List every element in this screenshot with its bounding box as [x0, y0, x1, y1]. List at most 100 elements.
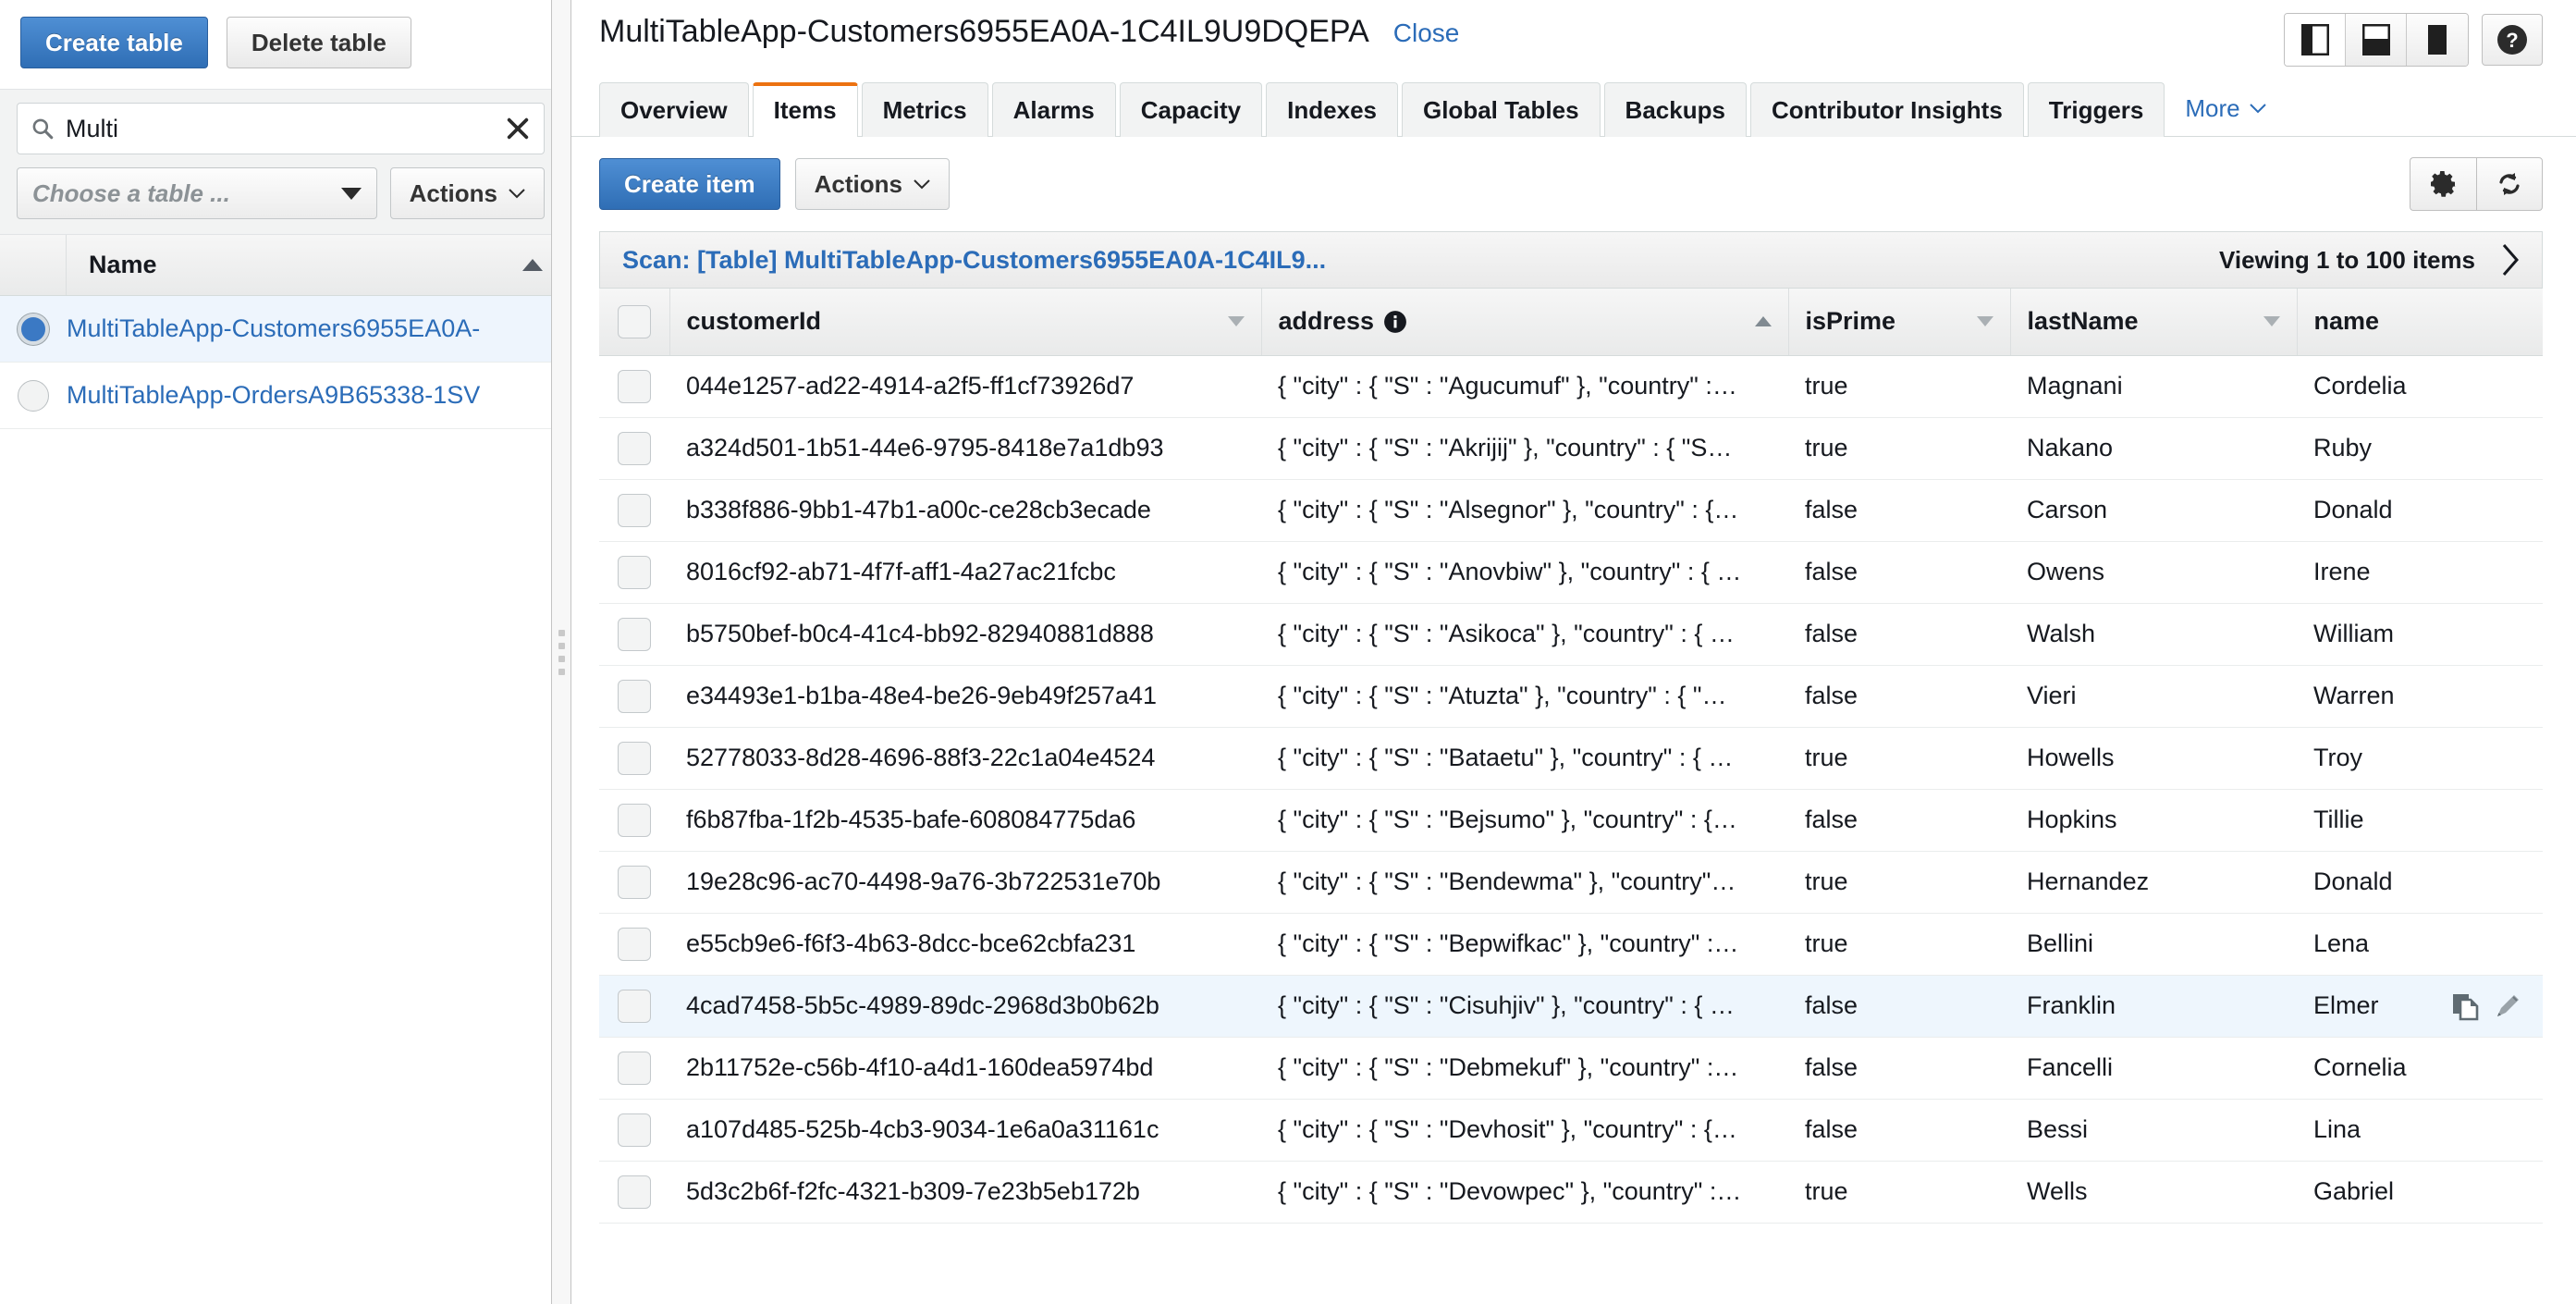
cell-customerid[interactable]: b5750bef-b0c4-41c4-bb92-82940881d888 — [669, 603, 1261, 666]
table-row[interactable]: 8016cf92-ab71-4f7f-aff1-4a27ac21fcbc{ "c… — [599, 541, 2543, 604]
table-list-item-name[interactable]: MultiTableApp-Customers6955EA0A- — [67, 314, 561, 343]
cell-name-text: Cordelia — [2313, 372, 2407, 400]
table-row[interactable]: 2b11752e-c56b-4f10-a4d1-160dea5974bd{ "c… — [599, 1037, 2543, 1100]
cell-customerid[interactable]: 5d3c2b6f-f2fc-4321-b309-7e23b5eb172b — [669, 1161, 1261, 1224]
tab-capacity[interactable]: Capacity — [1119, 82, 1263, 137]
tab-overview[interactable]: Overview — [599, 82, 749, 137]
items-actions-button[interactable]: Actions — [794, 158, 950, 210]
cell-customerid[interactable]: 19e28c96-ac70-4498-9a76-3b722531e70b — [669, 851, 1261, 914]
tab-indexes[interactable]: Indexes — [1266, 82, 1398, 137]
cell-isprime: true — [1788, 727, 2010, 790]
sort-ascending-icon[interactable] — [1754, 316, 1772, 327]
cell-customerid[interactable]: 8016cf92-ab71-4f7f-aff1-4a27ac21fcbc — [669, 541, 1261, 604]
cell-name: Donald — [2297, 479, 2543, 542]
gear-icon[interactable] — [2410, 157, 2476, 211]
row-checkbox[interactable] — [618, 679, 651, 713]
tabs-more-button[interactable]: More — [2168, 81, 2282, 136]
row-checkbox[interactable] — [618, 1051, 651, 1085]
table-search-input[interactable]: Multi — [66, 116, 505, 141]
cell-customerid[interactable]: e34493e1-b1ba-48e4-be26-9eb49f257a41 — [669, 665, 1261, 728]
table-row[interactable]: b338f886-9bb1-47b1-a00c-ce28cb3ecade{ "c… — [599, 479, 2543, 542]
column-header-name[interactable]: name — [2297, 289, 2543, 356]
tab-items[interactable]: Items — [752, 82, 858, 137]
cell-name: Gabriel — [2297, 1161, 2543, 1224]
table-search-field[interactable]: Multi — [17, 103, 545, 154]
cell-customerid[interactable]: e55cb9e6-f6f3-4b63-8dcc-bce62cbfa231 — [669, 913, 1261, 976]
table-row[interactable]: 52778033-8d28-4696-88f3-22c1a04e4524{ "c… — [599, 727, 2543, 790]
tab-backups[interactable]: Backups — [1603, 82, 1747, 137]
tab-alarms[interactable]: Alarms — [991, 82, 1116, 137]
chevron-right-icon[interactable] — [2499, 242, 2521, 277]
sidebar-actions-label: Actions — [409, 178, 497, 207]
row-checkbox[interactable] — [618, 555, 651, 589]
row-checkbox[interactable] — [618, 927, 651, 961]
table-list-item[interactable]: MultiTableApp-OrdersA9B65338-1SV — [0, 363, 561, 429]
info-icon[interactable] — [1383, 310, 1407, 334]
row-checkbox[interactable] — [618, 803, 651, 837]
tab-metrics[interactable]: Metrics — [861, 82, 988, 137]
panel-none-icon[interactable] — [2407, 14, 2468, 66]
table-row[interactable]: a107d485-525b-4cb3-9034-1e6a0a31161c{ "c… — [599, 1099, 2543, 1162]
tab-global-tables[interactable]: Global Tables — [1401, 82, 1601, 137]
create-item-button[interactable]: Create item — [599, 158, 780, 210]
cell-lastname: Bellini — [2010, 913, 2297, 976]
row-checkbox[interactable] — [618, 369, 651, 403]
cell-customerid[interactable]: 52778033-8d28-4696-88f3-22c1a04e4524 — [669, 727, 1261, 790]
table-row[interactable]: 5d3c2b6f-f2fc-4321-b309-7e23b5eb172b{ "c… — [599, 1161, 2543, 1224]
table-row[interactable]: 19e28c96-ac70-4498-9a76-3b722531e70b{ "c… — [599, 851, 2543, 914]
cell-customerid[interactable]: 2b11752e-c56b-4f10-a4d1-160dea5974bd — [669, 1037, 1261, 1100]
column-header-lastname[interactable]: lastName — [2010, 289, 2298, 356]
help-icon[interactable]: ? — [2482, 14, 2543, 66]
tab-contributor-insights[interactable]: Contributor Insights — [1749, 82, 2024, 137]
refresh-icon[interactable] — [2476, 157, 2543, 211]
table-row[interactable]: e55cb9e6-f6f3-4b63-8dcc-bce62cbfa231{ "c… — [599, 913, 2543, 976]
tab-triggers[interactable]: Triggers — [2027, 82, 2165, 137]
table-row[interactable]: a324d501-1b51-44e6-9795-8418e7a1db93{ "c… — [599, 417, 2543, 480]
scan-query-label[interactable]: Scan: [Table] MultiTableApp-Customers695… — [622, 246, 1326, 275]
row-checkbox[interactable] — [618, 741, 651, 775]
select-all-checkbox[interactable] — [618, 304, 651, 338]
cell-customerid[interactable]: a107d485-525b-4cb3-9034-1e6a0a31161c — [669, 1099, 1261, 1162]
row-checkbox[interactable] — [618, 989, 651, 1023]
row-select-cell — [599, 851, 669, 914]
table-row[interactable]: 4cad7458-5b5c-4989-89dc-2968d3b0b62b{ "c… — [599, 975, 2543, 1038]
table-list-item-name[interactable]: MultiTableApp-OrdersA9B65338-1SV — [67, 381, 561, 410]
row-checkbox[interactable] — [618, 493, 651, 527]
close-icon[interactable] — [505, 116, 531, 141]
chevron-down-icon[interactable] — [1227, 316, 1245, 327]
panel-splitter[interactable] — [551, 0, 571, 1304]
column-header-address[interactable]: address — [1261, 289, 1789, 356]
row-checkbox[interactable] — [618, 617, 651, 651]
column-header-isprime[interactable]: isPrime — [1788, 289, 2011, 356]
panel-bottom-icon[interactable] — [2346, 14, 2407, 66]
table-row[interactable]: e34493e1-b1ba-48e4-be26-9eb49f257a41{ "c… — [599, 665, 2543, 728]
panel-left-icon[interactable] — [2285, 14, 2346, 66]
choose-table-select[interactable]: Choose a table ... — [17, 167, 377, 219]
edit-icon[interactable] — [2493, 991, 2522, 1021]
row-checkbox[interactable] — [618, 1113, 651, 1147]
table-row[interactable]: b5750bef-b0c4-41c4-bb92-82940881d888{ "c… — [599, 603, 2543, 666]
cell-customerid[interactable]: a324d501-1b51-44e6-9795-8418e7a1db93 — [669, 417, 1261, 480]
sidebar-actions-button[interactable]: Actions — [389, 167, 545, 219]
chevron-down-icon[interactable] — [1976, 316, 1993, 327]
chevron-down-icon[interactable] — [2263, 316, 2280, 327]
table-radio[interactable] — [18, 379, 49, 412]
table-row[interactable]: f6b87fba-1f2b-4535-bafe-608084775da6{ "c… — [599, 789, 2543, 852]
cell-customerid[interactable]: f6b87fba-1f2b-4535-bafe-608084775da6 — [669, 789, 1261, 852]
copy-icon[interactable] — [2450, 991, 2480, 1021]
close-button[interactable]: Close — [1393, 18, 1460, 48]
create-table-button[interactable]: Create table — [20, 17, 208, 68]
delete-table-button[interactable]: Delete table — [226, 17, 411, 68]
row-checkbox[interactable] — [618, 1175, 651, 1209]
row-checkbox[interactable] — [618, 431, 651, 465]
cell-customerid[interactable]: b338f886-9bb1-47b1-a00c-ce28cb3ecade — [669, 479, 1261, 542]
cell-customerid[interactable]: 4cad7458-5b5c-4989-89dc-2968d3b0b62b — [669, 975, 1261, 1038]
cell-customerid[interactable]: 044e1257-ad22-4914-a2f5-ff1cf73926d7 — [669, 355, 1261, 418]
table-row[interactable]: 044e1257-ad22-4914-a2f5-ff1cf73926d7{ "c… — [599, 355, 2543, 418]
tables-list-name-header[interactable]: Name — [67, 235, 561, 295]
row-checkbox[interactable] — [618, 865, 651, 899]
cell-name-text: Troy — [2313, 744, 2362, 771]
column-header-customerid[interactable]: customerId — [669, 289, 1262, 356]
table-radio-selected[interactable] — [18, 313, 49, 345]
table-list-item[interactable]: MultiTableApp-Customers6955EA0A- — [0, 296, 561, 363]
